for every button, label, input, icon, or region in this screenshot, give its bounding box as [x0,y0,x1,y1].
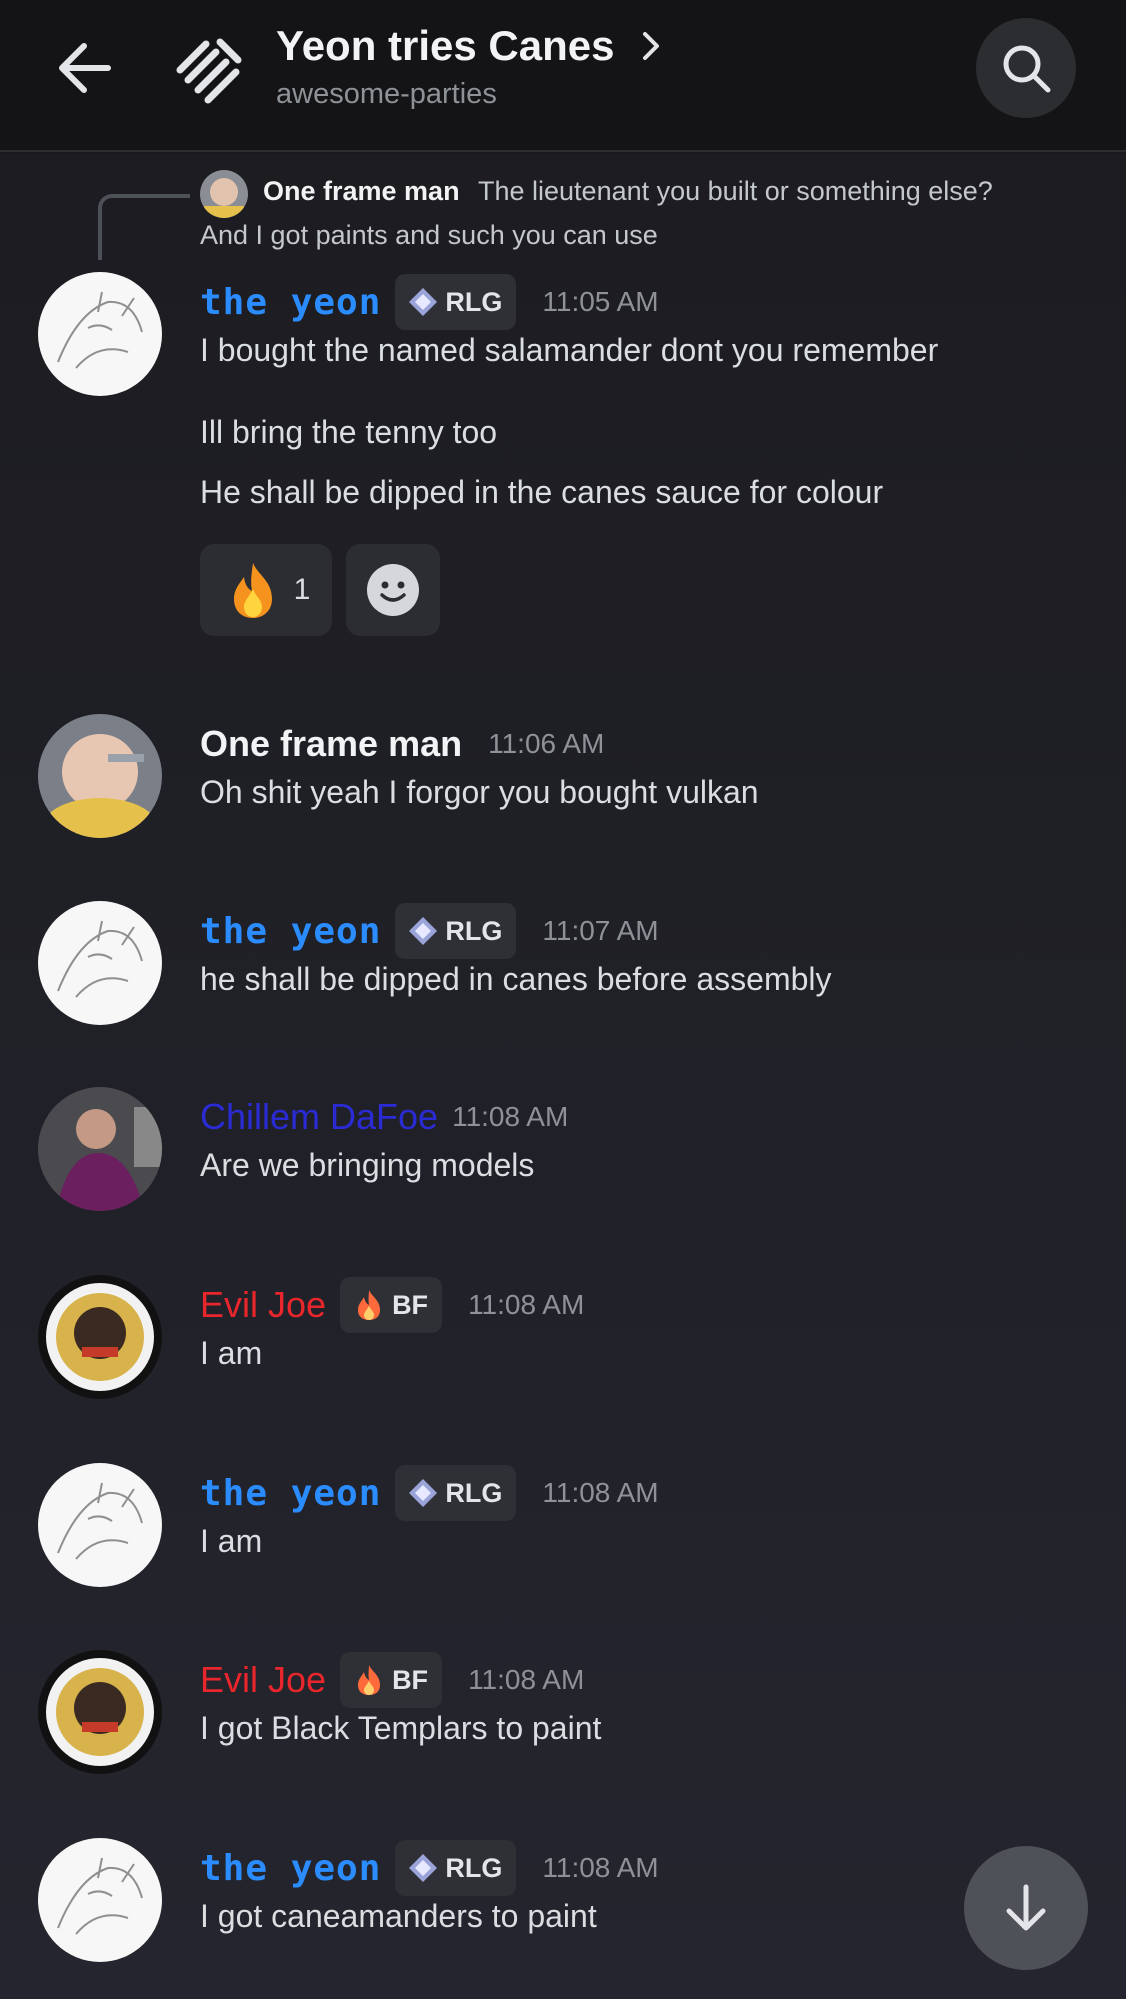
avatar[interactable] [38,1838,162,1962]
avatar[interactable] [38,272,162,396]
username[interactable]: One frame man [200,723,462,765]
reaction-bar: 1 [200,544,454,636]
message-text: I am [200,1523,263,1559]
message-text: Ill bring the tenny too [200,414,498,450]
message-text: I am [200,1335,263,1371]
channel-title[interactable]: Yeon tries Canes [276,22,614,70]
reply-author[interactable]: One frame man [263,176,460,207]
flame-icon [358,1665,381,1695]
username[interactable]: the yeon [200,1848,381,1889]
guild-tag[interactable]: RLG [395,903,517,959]
message-header: One frame man 11:06 AM [200,716,604,772]
chevron-right-icon[interactable] [636,28,666,64]
guild-tag-label: RLG [445,915,503,946]
add-reaction-button[interactable] [346,544,440,636]
guild-tag-label: BF [392,1289,429,1320]
message-text: he shall be dipped in canes before assem… [200,961,832,997]
message-header: Chillem DaFoe 11:08 AM [200,1089,568,1145]
avatar[interactable] [38,1275,162,1399]
username[interactable]: the yeon [200,282,381,323]
message-list[interactable]: One frame man The lieutenant you built o… [0,154,1126,1999]
reply-preview: The lieutenant you built or something el… [478,176,993,206]
jump-to-latest-button[interactable] [964,1846,1088,1970]
reply-preview-continued: And I got paints and such you can use [200,220,658,250]
arrow-down-icon [1006,1884,1046,1931]
avatar [200,170,248,218]
diamond-icon [409,1854,438,1882]
message-text: I got Black Templars to paint [200,1710,602,1746]
message-text: I bought the named salamander dont you r… [200,332,939,368]
guild-tag[interactable]: RLG [395,1465,517,1521]
guild-tag[interactable]: RLG [395,1840,517,1896]
diamond-icon [409,1479,438,1507]
avatar[interactable] [38,714,162,838]
avatar[interactable] [38,1463,162,1587]
fire-emoji-icon [233,563,272,618]
search-button[interactable] [976,18,1076,118]
message-text: I got caneamanders to paint [200,1898,597,1934]
message-header: the yeon RLG 11:07 AM [200,903,659,959]
reaction-fire[interactable]: 1 [200,544,332,636]
username[interactable]: the yeon [200,1473,381,1514]
message-text: Oh shit yeah I forgor you bought vulkan [200,774,759,810]
avatar[interactable] [38,1650,162,1774]
guild-tag[interactable]: BF [340,1652,443,1708]
search-icon [1003,45,1051,93]
message-header: Evil Joe BF 11:08 AM [200,1652,584,1708]
guild-tag[interactable]: RLG [395,274,517,330]
diamond-icon [409,917,438,945]
back-arrow-icon [59,43,111,93]
timestamp: 11:08 AM [452,1101,569,1132]
message-header: the yeon RLG 11:05 AM [200,274,659,330]
message-header: Evil Joe BF 11:08 AM [200,1277,584,1333]
guild-tag-label: RLG [445,1852,503,1883]
avatar[interactable] [38,901,162,1025]
reaction-count: 1 [293,573,311,606]
username[interactable]: the yeon [200,911,381,952]
diamond-icon [409,288,438,316]
username[interactable]: Evil Joe [200,1284,326,1326]
message-header: the yeon RLG 11:08 AM [200,1465,659,1521]
channel-subtitle: awesome-parties [276,78,497,110]
avatar[interactable] [38,1087,162,1211]
username[interactable]: Evil Joe [200,1659,326,1701]
guild-tag-label: RLG [445,286,503,317]
guild-tag[interactable]: BF [340,1277,443,1333]
timestamp: 11:07 AM [542,915,659,946]
reply-connector [98,194,190,260]
timestamp: 11:08 AM [542,1477,659,1508]
guild-tag-label: RLG [445,1477,503,1508]
back-button[interactable] [50,30,126,106]
message-text: Are we bringing models [200,1147,535,1183]
username[interactable]: Chillem DaFoe [200,1096,438,1138]
message-text: He shall be dipped in the canes sauce fo… [200,474,884,510]
timestamp: 11:08 AM [468,1664,585,1695]
timestamp: 11:08 AM [468,1289,585,1320]
channel-thread-icon [172,28,252,108]
message-header: the yeon RLG 11:08 AM [200,1840,659,1896]
reply-reference[interactable]: One frame man The lieutenant you built o… [0,162,1126,260]
guild-tag-label: BF [392,1664,429,1695]
timestamp: 11:05 AM [542,286,659,317]
channel-header: Yeon tries Canes awesome-parties [0,0,1126,152]
timestamp: 11:06 AM [488,728,605,759]
timestamp: 11:08 AM [542,1852,659,1883]
add-reaction-icon [367,564,419,616]
flame-icon [358,1290,381,1320]
